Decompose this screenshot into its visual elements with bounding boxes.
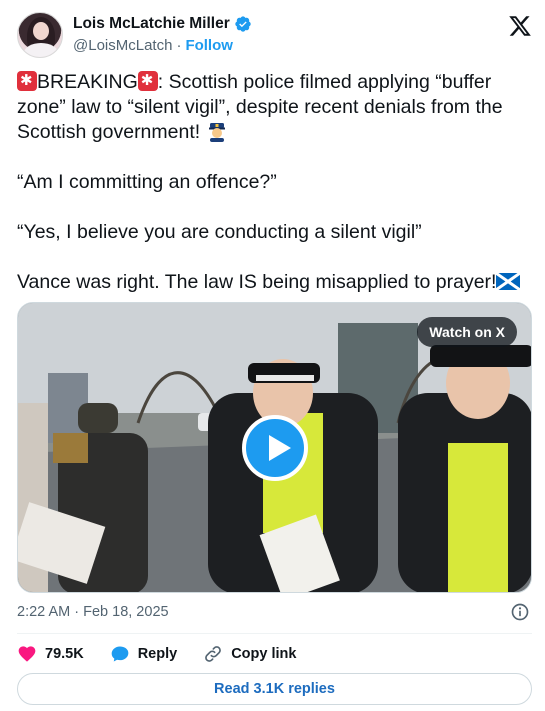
info-icon[interactable] xyxy=(510,602,530,622)
author-name[interactable]: Lois McLatchie Miller xyxy=(73,15,230,33)
author-name-row: Lois McLatchie Miller xyxy=(73,15,252,33)
read-replies-button[interactable]: Read 3.1K replies xyxy=(17,673,532,705)
tweet-meta: 2:22 AM · Feb 18, 2025 xyxy=(17,602,532,622)
breaking-word: BREAKING xyxy=(37,71,138,93)
siren-icon xyxy=(137,71,158,91)
play-button-icon[interactable] xyxy=(242,415,308,481)
tweet-text: BREAKING: Scottish police filmed applyin… xyxy=(17,70,532,295)
video-player[interactable]: Watch on X xyxy=(17,302,532,593)
scotland-flag-icon xyxy=(496,273,521,290)
x-logo-icon[interactable] xyxy=(508,14,532,38)
watch-on-x-button[interactable]: Watch on X xyxy=(417,317,517,347)
copy-link-label: Copy link xyxy=(231,646,297,662)
tweet-paragraph-2: “Am I committing an offence?” xyxy=(17,171,277,193)
tweet-paragraph-4-text: Vance was right. The law IS being misapp… xyxy=(17,271,497,293)
reply-label: Reply xyxy=(137,646,178,662)
author-handle[interactable]: @LoisMcLatch xyxy=(73,37,172,54)
tweet-timestamp[interactable]: 2:22 AM · Feb 18, 2025 xyxy=(17,604,169,620)
tweet-header: Lois McLatchie Miller @LoisMcLatch · Fol… xyxy=(17,12,532,62)
follow-button[interactable]: Follow xyxy=(185,37,233,54)
meta-separator: · xyxy=(74,604,80,620)
tweet-time: 2:22 AM xyxy=(17,604,71,620)
link-icon xyxy=(205,646,222,662)
copy-link-button[interactable]: Copy link xyxy=(203,644,296,664)
author-handle-row: @LoisMcLatch · Follow xyxy=(73,37,233,54)
siren-icon xyxy=(17,71,37,91)
tweet-date: Feb 18, 2025 xyxy=(83,604,169,620)
reply-bubble-icon xyxy=(111,646,129,662)
tweet-paragraph-3: “Yes, I believe you are conducting a sil… xyxy=(17,221,422,243)
like-button[interactable]: 79.5K xyxy=(17,644,84,664)
reply-button[interactable]: Reply xyxy=(110,644,178,664)
tweet-paragraph-1: BREAKING: Scottish police filmed applyin… xyxy=(17,70,532,145)
police-officer-icon xyxy=(208,123,225,142)
verified-badge-icon xyxy=(235,16,251,32)
tweet-card: Lois McLatchie Miller @LoisMcLatch · Fol… xyxy=(0,0,545,711)
divider xyxy=(17,633,532,634)
action-bar: 79.5K Reply Copy link xyxy=(17,643,322,665)
avatar[interactable] xyxy=(17,12,63,58)
tweet-paragraph-4: Vance was right. The law IS being misapp… xyxy=(17,270,532,295)
handle-separator: · xyxy=(176,37,182,54)
heart-icon xyxy=(18,646,36,662)
like-count: 79.5K xyxy=(45,646,84,662)
